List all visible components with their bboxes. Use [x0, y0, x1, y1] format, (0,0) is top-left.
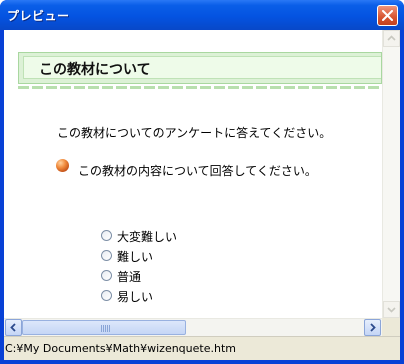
title-bar[interactable]: プレビュー	[0, 0, 404, 30]
page-heading: この教材について	[39, 62, 151, 78]
radio-button[interactable]	[101, 230, 112, 241]
heading-box: この教材について	[18, 52, 382, 84]
option-label: 易しい	[117, 290, 154, 304]
status-bar: C:¥My Documents¥Math¥wizenquete.htm	[4, 336, 400, 360]
window-title: プレビュー	[7, 9, 70, 23]
window-client-area: この教材について この教材についてのアンケートに答えてください。 この教材の内容…	[4, 30, 400, 360]
scroll-left-button[interactable]	[5, 319, 22, 336]
question-text: この教材の内容について回答してください。	[78, 164, 317, 178]
vertical-scrollbar[interactable]	[382, 30, 400, 318]
close-icon	[382, 10, 393, 21]
radio-button[interactable]	[101, 290, 112, 301]
scroll-up-button[interactable]	[383, 30, 400, 47]
status-file-path: C:¥My Documents¥Math¥wizenquete.htm	[5, 342, 236, 355]
scroll-right-arrow-icon	[370, 323, 376, 332]
heading-underline	[18, 86, 382, 89]
scroll-left-arrow-icon	[10, 323, 16, 332]
close-button[interactable]	[377, 5, 398, 26]
radio-button[interactable]	[101, 250, 112, 261]
horizontal-scroll-thumb[interactable]	[22, 320, 186, 335]
intro-text: この教材についてのアンケートに答えてください。	[57, 126, 332, 140]
radio-button[interactable]	[101, 270, 112, 281]
scroll-down-button[interactable]	[383, 301, 400, 318]
option-label: 普通	[117, 270, 142, 284]
option-label: 大変難しい	[117, 230, 178, 244]
scroll-right-button[interactable]	[364, 319, 381, 336]
scroll-down-arrow-icon	[387, 307, 396, 313]
document-content: この教材について この教材についてのアンケートに答えてください。 この教材の内容…	[4, 30, 382, 318]
option-label: 難しい	[117, 250, 154, 264]
horizontal-scrollbar[interactable]	[4, 318, 382, 336]
preview-window: プレビュー この教材について この教材についてのアンケートに答えてください。 こ…	[0, 0, 404, 364]
scroll-grip	[101, 325, 110, 332]
orange-ball-icon	[56, 159, 69, 172]
scroll-up-arrow-icon	[387, 35, 396, 41]
scrollbar-corner	[382, 318, 400, 336]
